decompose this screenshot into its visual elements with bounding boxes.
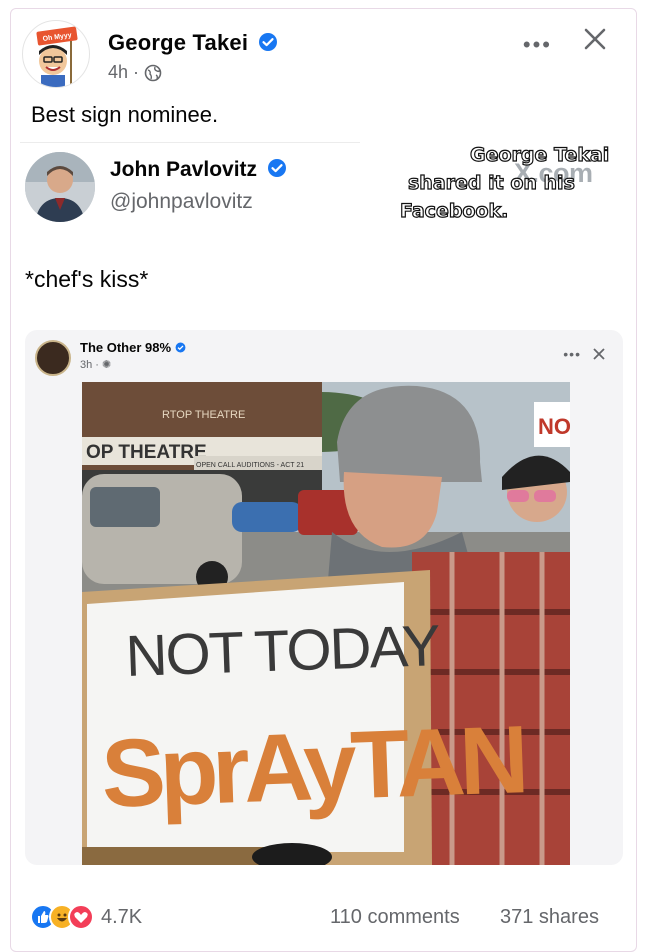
post-time[interactable]: 4h: [108, 62, 128, 83]
post-photo[interactable]: OP THEATRE RTOP THEATRE OPEN CALL AUDITI…: [82, 382, 570, 865]
tweet-handle: @johnpavlovitz: [110, 190, 253, 213]
tweet-text: *chef's kiss*: [25, 266, 149, 292]
shared-post-header: The Other 98% 3h · ✺ •••: [35, 338, 615, 378]
roof-sign: RTOP THEATRE: [162, 409, 245, 421]
post-header: Oh Myyy George Takei 4h · •••: [22, 20, 632, 90]
shared-close-icon: [593, 348, 605, 360]
overlay-text-line-2: shared it on his: [407, 172, 575, 195]
post-meta: 4h ·: [108, 62, 162, 83]
verified-badge-icon: [267, 159, 286, 177]
protest-photo-illustration: OP THEATRE RTOP THEATRE OPEN CALL AUDITI…: [82, 382, 570, 865]
globe-icon: ✺: [102, 359, 112, 371]
tweet-author-name: John Pavlovitz: [110, 158, 287, 182]
overlay-text-line-3: Facebook.: [399, 200, 509, 223]
sign-line-2: SprAyTAN: [100, 706, 525, 828]
divider: [20, 142, 360, 143]
meta-dot: ·: [133, 62, 140, 82]
comments-count[interactable]: 110 comments: [330, 906, 460, 929]
small-protest-sign: NO: [538, 414, 570, 439]
reactions-summary[interactable]: 4.7K: [30, 904, 142, 930]
globe-icon: [144, 64, 162, 81]
shared-post-time: 3h: [80, 359, 93, 371]
shared-post-author: The Other 98%: [80, 340, 186, 355]
author-name-text[interactable]: George Takei: [108, 30, 248, 55]
shared-more-icon: •••: [563, 346, 581, 362]
overlay-text-line-1: George Tekai: [469, 144, 610, 167]
shared-post-meta: 3h · ✺: [80, 359, 112, 371]
shared-post-avatar: [35, 340, 71, 376]
more-options-icon[interactable]: •••: [523, 32, 552, 58]
love-reaction-icon: [68, 904, 94, 930]
verified-badge-icon: [175, 342, 186, 353]
shared-post-card[interactable]: The Other 98% 3h · ✺ ••• OP THEATRE RTOP…: [25, 330, 623, 865]
shared-post-author-text: The Other 98%: [80, 340, 172, 355]
marquee-text: OPEN CALL AUDITIONS - ACT 21: [196, 462, 304, 469]
close-icon[interactable]: [580, 24, 610, 54]
author-avatar[interactable]: Oh Myyy: [22, 20, 90, 88]
shares-count[interactable]: 371 shares: [500, 906, 599, 929]
tweet-author-name-text: John Pavlovitz: [110, 158, 258, 181]
post-caption: Best sign nominee.: [31, 102, 219, 127]
theatre-sign: OP THEATRE: [86, 442, 207, 463]
author-name[interactable]: George Takei: [108, 30, 278, 56]
reaction-count[interactable]: 4.7K: [101, 906, 142, 929]
tweet-author-avatar: [25, 152, 95, 222]
sign-line-1: NOT TODAY: [125, 613, 441, 689]
post-footer: 4.7K 110 comments 371 shares: [30, 900, 620, 936]
verified-badge-icon: [259, 33, 278, 51]
